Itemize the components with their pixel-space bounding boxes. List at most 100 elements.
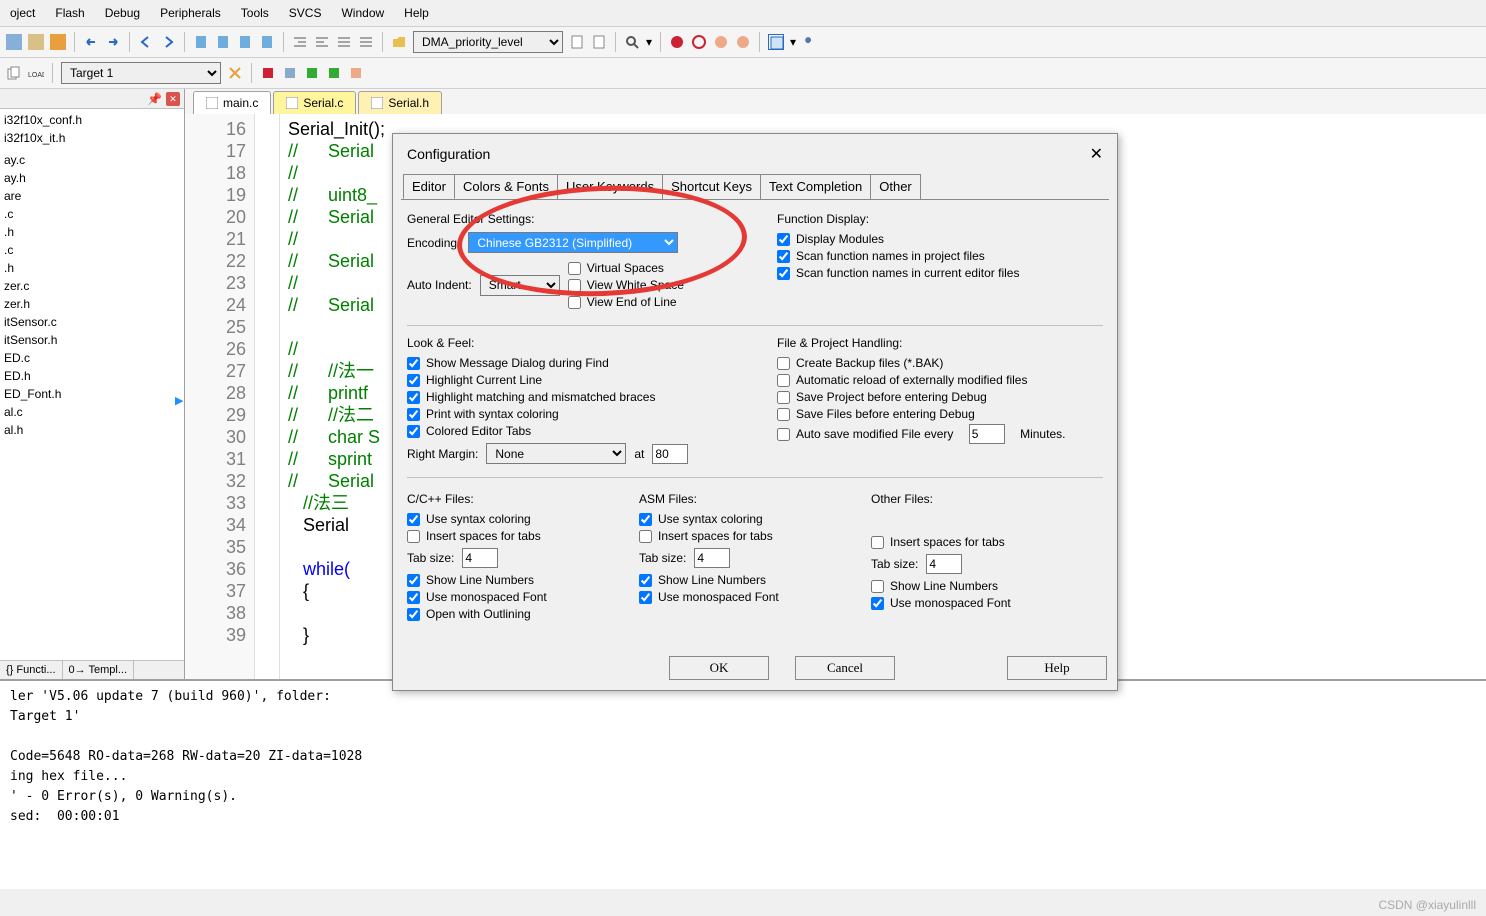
file-item[interactable]: ay.c [0,151,184,169]
pin-icon[interactable]: 📌 [147,92,162,106]
file-item[interactable]: .h [0,259,184,277]
target-combo[interactable]: Target 1 [61,62,221,84]
virtual-spaces-checkbox[interactable] [568,262,581,275]
editor-tab-serial-h[interactable]: Serial.h [358,91,442,114]
tab-colors[interactable]: Colors & Fonts [454,174,558,199]
folder-icon[interactable] [391,34,407,50]
right-margin-select[interactable]: None [486,443,626,464]
multi-doc-icon[interactable] [6,65,22,81]
close-icon[interactable]: ✕ [166,92,180,106]
menu-item[interactable]: Flash [45,3,94,23]
file-item[interactable]: al.h [0,421,184,439]
window-icon[interactable] [768,34,784,50]
dropdown-arrow-icon[interactable]: ▾ [790,35,796,49]
editor-tab-serial-c[interactable]: Serial.c [273,91,356,114]
print-syntax-checkbox[interactable] [407,408,420,421]
auto-reload-checkbox[interactable] [777,374,790,387]
asm-linenum-checkbox[interactable] [639,574,652,587]
file-list[interactable]: i32f10x_conf.h i32f10x_it.h ay.c ay.h ar… [0,109,184,660]
menu-item[interactable]: Tools [231,3,279,23]
build-icon[interactable] [260,65,276,81]
file-item[interactable]: ED_Font.h [0,385,184,403]
outdent-icon[interactable] [314,34,330,50]
stop-build-icon[interactable] [326,65,342,81]
breakpoint-all-icon[interactable] [713,34,729,50]
undo-icon[interactable] [83,34,99,50]
file-item[interactable]: itSensor.h [0,331,184,349]
menu-item[interactable]: Help [394,3,439,23]
asm-mono-checkbox[interactable] [639,591,652,604]
tab-other[interactable]: Other [870,174,921,199]
nav-back-icon[interactable] [138,34,154,50]
menu-item[interactable]: SVCS [279,3,332,23]
paste-icon[interactable] [50,34,66,50]
cut-icon[interactable] [6,34,22,50]
file-item[interactable]: ED.h [0,367,184,385]
bookmark-prev-icon[interactable] [237,34,253,50]
tab-completion[interactable]: Text Completion [760,174,871,199]
bookmark-clear-icon[interactable] [259,34,275,50]
find-combo[interactable]: DMA_priority_level [413,31,563,53]
breakpoint-disable-icon[interactable] [691,34,707,50]
cancel-button[interactable]: Cancel [795,656,895,680]
comment-icon[interactable] [336,34,352,50]
menu-item[interactable]: Debug [95,3,150,23]
templates-tab[interactable]: 0→ Templ... [63,661,135,679]
help-button[interactable]: Help [1007,656,1107,680]
file-item[interactable]: al.c [0,403,184,421]
options-icon[interactable] [227,65,243,81]
save-project-checkbox[interactable] [777,391,790,404]
display-modules-checkbox[interactable] [777,233,790,246]
load-icon[interactable]: LOAD [28,65,44,81]
file-item[interactable]: i32f10x_conf.h [0,111,184,129]
menu-item[interactable]: oject [0,3,45,23]
file-item[interactable]: ay.h [0,169,184,187]
cc-linenum-checkbox[interactable] [407,574,420,587]
asm-spaces-checkbox[interactable] [639,530,652,543]
uncomment-icon[interactable] [358,34,374,50]
other-mono-checkbox[interactable] [871,597,884,610]
menu-item[interactable]: Peripherals [150,3,231,23]
file-item[interactable]: ED.c [0,349,184,367]
encoding-select[interactable]: Chinese GB2312 (Simplified) [468,232,678,253]
functions-tab[interactable]: {} Functi... [0,661,63,679]
tab-editor[interactable]: Editor [403,174,455,199]
cc-spaces-checkbox[interactable] [407,530,420,543]
download-icon[interactable] [348,65,364,81]
highlight-line-checkbox[interactable] [407,374,420,387]
scan-project-checkbox[interactable] [777,250,790,263]
copy-icon[interactable] [28,34,44,50]
dropdown-arrow-icon[interactable]: ▾ [646,35,652,49]
autosave-spinner[interactable]: 5 [969,424,1005,444]
breakpoint-icon[interactable] [669,34,685,50]
doc2-icon[interactable] [591,34,607,50]
autosave-checkbox[interactable] [777,428,790,441]
file-item[interactable]: i32f10x_it.h [0,129,184,147]
save-files-checkbox[interactable] [777,408,790,421]
close-icon[interactable]: ✕ [1090,144,1103,164]
ok-button[interactable]: OK [669,656,769,680]
menu-item[interactable]: Window [331,3,394,23]
wrench-icon[interactable] [802,34,818,50]
asm-tabsize-spinner[interactable]: 4 [694,548,730,568]
redo-icon[interactable] [105,34,121,50]
nav-forward-icon[interactable] [160,34,176,50]
tab-keywords[interactable]: User Keywords [557,174,663,199]
search-icon[interactable] [624,34,640,50]
highlight-braces-checkbox[interactable] [407,391,420,404]
view-eol-checkbox[interactable] [568,296,581,309]
view-whitespace-checkbox[interactable] [568,279,581,292]
doc-icon[interactable] [569,34,585,50]
fold-column[interactable] [255,114,280,679]
right-margin-spinner[interactable]: 80 [652,444,688,464]
indent-icon[interactable] [292,34,308,50]
other-spaces-checkbox[interactable] [871,536,884,549]
file-item[interactable]: zer.h [0,295,184,313]
other-linenum-checkbox[interactable] [871,580,884,593]
backup-checkbox[interactable] [777,357,790,370]
scan-editor-checkbox[interactable] [777,267,790,280]
autoindent-select[interactable]: Smart [480,275,560,296]
show-msg-dialog-checkbox[interactable] [407,357,420,370]
cc-syntax-checkbox[interactable] [407,513,420,526]
file-item[interactable]: .h [0,223,184,241]
